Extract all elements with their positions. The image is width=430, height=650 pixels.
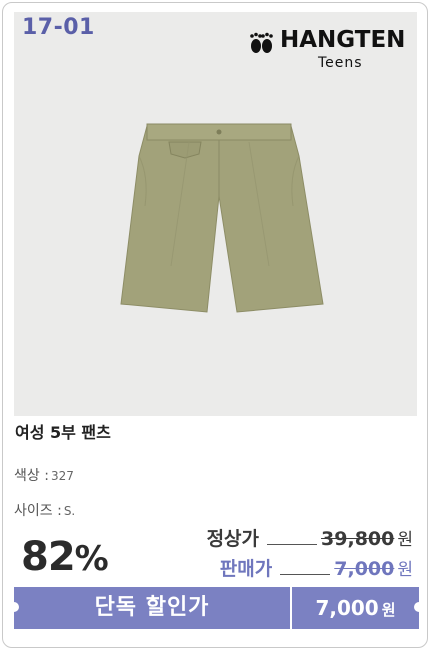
color-option: 색상 :327 (14, 465, 74, 485)
discount-value: 82 (21, 534, 76, 580)
product-title[interactable]: 여성 5부 팬츠 (15, 419, 111, 443)
currency-unit: 원 (397, 560, 413, 580)
product-image[interactable]: 17-01 HANGTEN Teens (14, 12, 417, 416)
currency-unit: 원 (381, 601, 396, 619)
footprint-logo-icon (250, 32, 273, 53)
percent-symbol: % (74, 539, 109, 579)
exclusive-price-banner[interactable]: 단독 할인가 7,000 원 (9, 587, 424, 629)
size-option: 사이즈 : S. (14, 500, 75, 520)
shorts-illustration (120, 123, 324, 313)
brand-logo: HANGTEN Teens (246, 24, 411, 74)
regular-price-label: 정상가 (206, 528, 260, 550)
sale-price-row: 판매가 7,000 원 (220, 554, 413, 582)
size-value: S. (63, 504, 76, 518)
price-dash (267, 544, 318, 545)
color-value: 327 (50, 469, 74, 483)
size-label: 사이즈 : (14, 503, 62, 519)
discount-percent: 82% (21, 534, 109, 580)
price-dash (280, 574, 331, 575)
exclusive-price-value: 7,000 (315, 596, 379, 620)
sale-price-label: 판매가 (219, 558, 273, 580)
color-label: 색상 : (14, 468, 49, 484)
product-card[interactable]: 17-01 HANGTEN Teens 여성 5부 팬츠 색상: 327 사이… (2, 2, 428, 648)
brand-sub: Teens (318, 55, 363, 71)
brand-name: HANGTEN (280, 27, 406, 53)
exclusive-price: 7,000 원 (292, 587, 419, 629)
regular-price-value: 39,800 (321, 528, 395, 550)
product-code: 17-01 (22, 15, 95, 40)
currency-unit: 원 (397, 530, 413, 550)
sale-price-value: 7,000 (334, 558, 395, 580)
exclusive-price-label: 단독 할인가 (94, 595, 210, 620)
regular-price-row: 정상가 39,800 원 (207, 524, 413, 552)
